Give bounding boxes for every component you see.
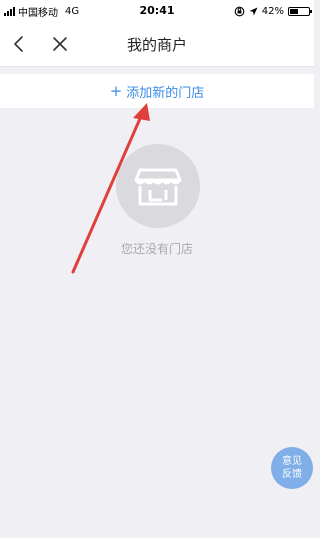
storefront-icon bbox=[134, 168, 182, 206]
feedback-label-line2: 反馈 bbox=[282, 469, 302, 480]
feedback-label-line1: 意见 bbox=[282, 456, 302, 467]
add-store-label: 添加新的门店 bbox=[126, 85, 205, 101]
status-bar: 中国移动 4G 20:41 42% bbox=[0, 0, 314, 22]
plus-icon: + bbox=[109, 81, 123, 100]
orientation-lock-icon bbox=[234, 6, 245, 16]
screen: 中国移动 4G 20:41 42% 我的商户 + 添加新的门店 您还没有门店 意… bbox=[0, 0, 314, 538]
status-right: 42% bbox=[234, 4, 312, 18]
battery-level bbox=[290, 8, 298, 14]
empty-state-icon-circle bbox=[116, 144, 200, 228]
nav-bar: 我的商户 bbox=[0, 22, 314, 67]
feedback-button[interactable]: 意见 反馈 bbox=[271, 447, 313, 489]
battery-icon bbox=[288, 6, 312, 16]
battery-percent: 42% bbox=[261, 5, 284, 17]
empty-state-message: 您还没有门店 bbox=[120, 242, 193, 256]
page-title: 我的商户 bbox=[126, 36, 187, 54]
location-icon bbox=[249, 7, 258, 15]
add-store-button[interactable]: + 添加新的门店 bbox=[0, 74, 314, 108]
